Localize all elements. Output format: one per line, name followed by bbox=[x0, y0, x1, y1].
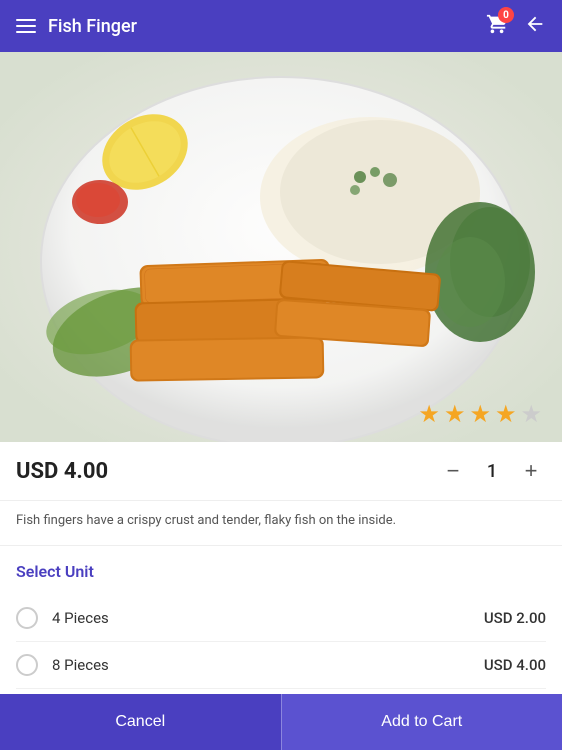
select-unit-title: Select Unit bbox=[16, 562, 546, 581]
unit-price-1: USD 2.00 bbox=[484, 609, 546, 627]
price-qty-row: USD 4.00 − 1 + bbox=[0, 442, 562, 501]
rating-stars: ★ ★ ★ ★ ★ bbox=[418, 400, 542, 428]
cart-badge: 0 bbox=[498, 7, 514, 23]
unit-option-2[interactable]: 8 Pieces USD 4.00 bbox=[16, 642, 546, 689]
unit-label-1: 4 Pieces bbox=[52, 609, 484, 627]
decrease-qty-button[interactable]: − bbox=[438, 456, 468, 486]
star-2: ★ bbox=[444, 400, 466, 428]
product-price: USD 4.00 bbox=[16, 459, 108, 484]
unit-radio-2[interactable] bbox=[16, 654, 38, 676]
cart-button[interactable]: 0 bbox=[486, 13, 508, 39]
product-description: Fish fingers have a crispy crust and ten… bbox=[0, 501, 562, 546]
header-left: Fish Finger bbox=[16, 16, 137, 37]
star-5: ★ bbox=[520, 400, 542, 428]
back-icon bbox=[524, 13, 546, 35]
menu-icon[interactable] bbox=[16, 19, 36, 33]
bottom-buttons: Cancel Add to Cart bbox=[0, 694, 562, 750]
header-right: 0 bbox=[486, 13, 546, 39]
increase-qty-button[interactable]: + bbox=[516, 456, 546, 486]
product-image-container: ★ ★ ★ ★ ★ bbox=[0, 52, 562, 442]
quantity-value: 1 bbox=[482, 461, 502, 482]
cancel-button[interactable]: Cancel bbox=[0, 694, 281, 750]
star-4: ★ bbox=[495, 400, 517, 428]
select-unit-section: Select Unit 4 Pieces USD 2.00 8 Pieces U… bbox=[0, 546, 562, 697]
product-image bbox=[0, 52, 562, 442]
back-button[interactable] bbox=[524, 13, 546, 39]
quantity-controls: − 1 + bbox=[438, 456, 546, 486]
page-title: Fish Finger bbox=[48, 16, 137, 37]
star-3: ★ bbox=[469, 400, 491, 428]
unit-radio-1[interactable] bbox=[16, 607, 38, 629]
unit-label-2: 8 Pieces bbox=[52, 656, 484, 674]
unit-price-2: USD 4.00 bbox=[484, 656, 546, 674]
star-1: ★ bbox=[418, 400, 440, 428]
app-header: Fish Finger 0 bbox=[0, 0, 562, 52]
unit-option-1[interactable]: 4 Pieces USD 2.00 bbox=[16, 595, 546, 642]
add-to-cart-button[interactable]: Add to Cart bbox=[281, 694, 562, 750]
